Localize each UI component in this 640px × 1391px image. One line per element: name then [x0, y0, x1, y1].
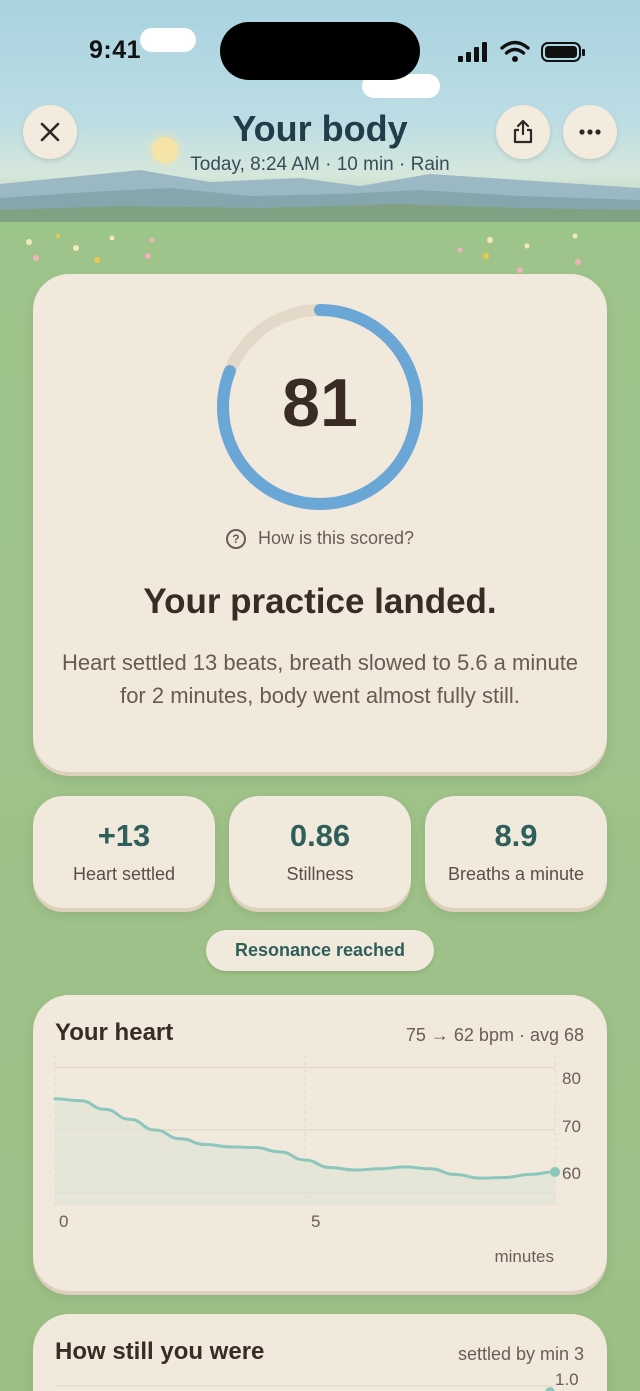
dynamic-island	[220, 22, 420, 80]
y-tick-60: 60	[562, 1164, 581, 1183]
heart-card-meta: 75 → 62 bpm · avg 68	[405, 1025, 584, 1045]
heart-card-title: Your heart	[55, 1019, 174, 1046]
resonance-badge: Resonance reached	[206, 930, 434, 971]
more-button[interactable]	[563, 105, 617, 159]
heart-card: 0 5 80 70 60 minutes Your heart 75 → 62 …	[33, 995, 607, 1291]
stat-label: Breaths a minute	[447, 864, 585, 884]
stat-stillness: 0.86 Stillness	[229, 796, 411, 908]
page-subtitle: Today, 8:24 AM · 10 min · Rain	[190, 154, 450, 175]
score-summary: Heart settled 13 beats, breath slowed to…	[61, 650, 579, 708]
stat-value: 0.86	[289, 818, 351, 853]
stat-value: +13	[97, 818, 151, 853]
cloud-icon	[140, 28, 196, 52]
how-scored-link[interactable]: ? How is this scored?	[33, 528, 607, 549]
stat-label: Heart settled	[72, 864, 176, 884]
share-icon	[513, 119, 533, 144]
question-icon: ?	[225, 528, 246, 549]
battery-icon	[541, 42, 585, 62]
stat-label: Stillness	[286, 864, 354, 884]
stat-heart-settled: +13 Heart settled	[33, 796, 215, 908]
stillness-chart-grid	[55, 1385, 555, 1391]
score-card: 81 ? How is this scored? Your practice l…	[33, 274, 607, 772]
cellular-signal-icon	[458, 42, 487, 62]
x-tick-5: 5	[311, 1212, 320, 1231]
more-icon	[579, 129, 601, 135]
flowers-illustration	[26, 233, 581, 273]
wifi-icon	[500, 40, 530, 55]
x-axis-label: minutes	[494, 1247, 554, 1266]
status-icons	[458, 40, 585, 62]
stillness-card-meta: settled by min 3	[457, 1344, 584, 1364]
status-time: 9:41	[89, 36, 142, 64]
heart-area	[55, 1098, 555, 1205]
score-headline: Your practice landed.	[143, 582, 497, 621]
y-tick-80: 80	[562, 1069, 581, 1088]
y-tick-70: 70	[562, 1117, 581, 1136]
share-button[interactable]	[496, 105, 550, 159]
how-scored-label: How is this scored?	[257, 528, 415, 548]
stillness-card: How still you were settled by min 3 1.0	[33, 1314, 607, 1391]
x-tick-0: 0	[59, 1212, 68, 1231]
heart-endpoint	[550, 1166, 560, 1177]
stat-value: 8.9	[494, 818, 538, 853]
stillness-card-title: How still you were	[55, 1338, 265, 1365]
score-value: 81	[282, 365, 358, 441]
stat-breaths: 8.9 Breaths a minute	[425, 796, 607, 908]
